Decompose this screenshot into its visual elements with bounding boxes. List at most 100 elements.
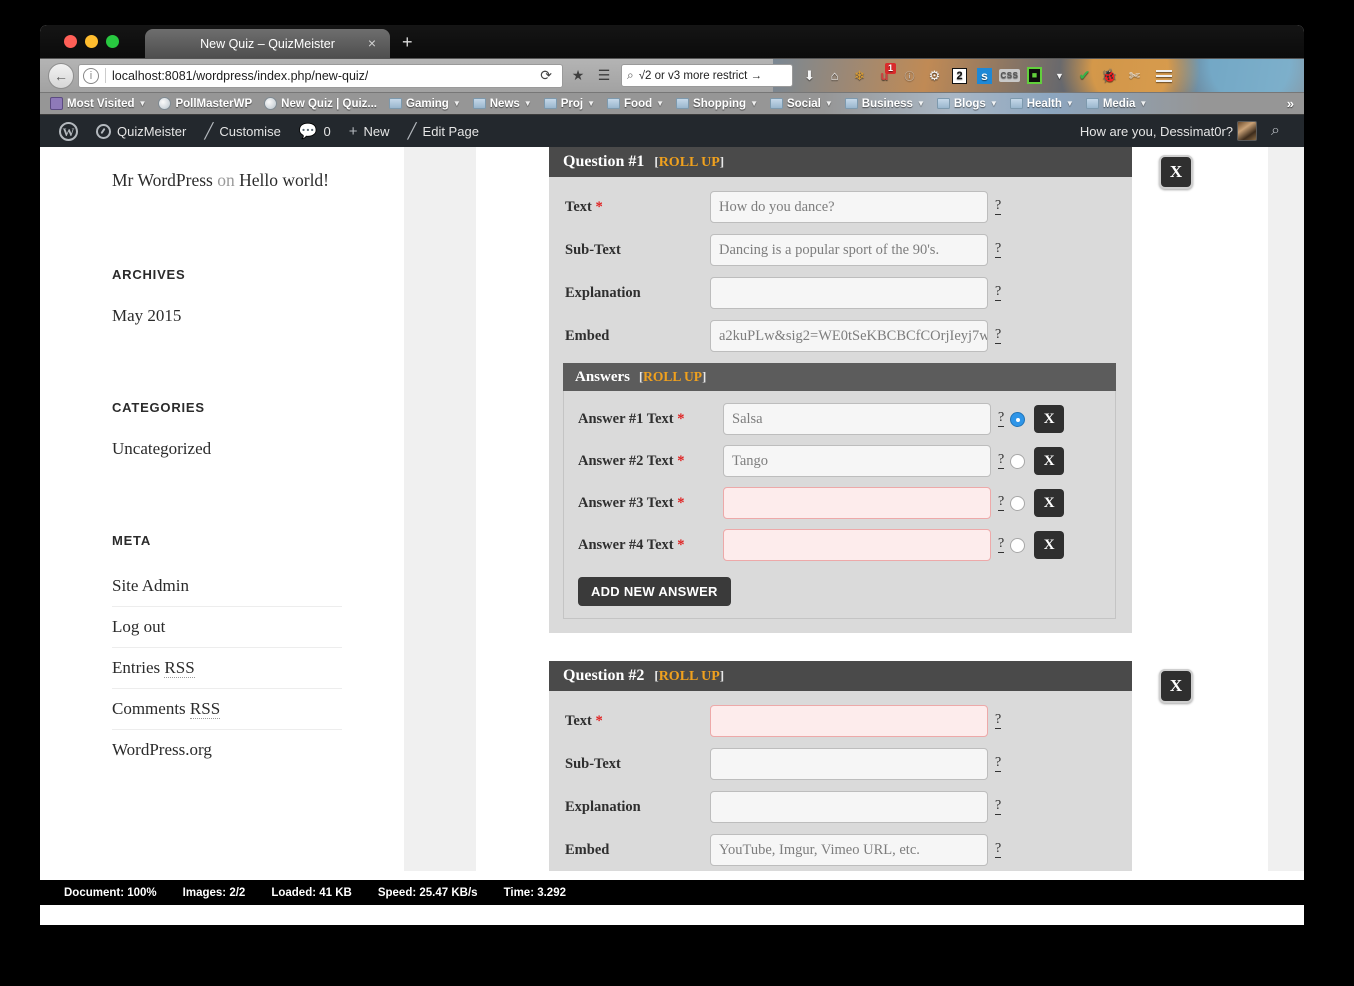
downloads-icon[interactable]: ⬇	[797, 63, 822, 89]
address-bar[interactable]: i localhost:8081/wordpress/index.php/new…	[78, 63, 563, 88]
css-toggle-icon[interactable]: CSS	[997, 63, 1022, 89]
answer-2-remove-button[interactable]: X	[1034, 447, 1065, 475]
account-greeting[interactable]: How are you, Dessimat0r?	[1080, 124, 1233, 139]
question-2-embed-input[interactable]: YouTube, Imgur, Vimeo URL, etc.	[710, 834, 988, 866]
admin-bar-edit-page[interactable]: ╱ Edit Page	[399, 115, 488, 147]
help-icon[interactable]: ?	[995, 713, 1002, 729]
help-icon[interactable]: ?	[998, 411, 1005, 427]
question-1-embed-input[interactable]: a2kuPLw&sig2=WE0tSeKBCBCfCOrjIeyj7w	[710, 320, 988, 352]
browser-menu-icon[interactable]	[1151, 69, 1177, 82]
question-1-text-input[interactable]: How do you dance?	[710, 191, 988, 223]
meta-item-site-admin[interactable]: Site Admin	[112, 564, 342, 606]
chevron-down-icon[interactable]: ▼	[1047, 63, 1072, 89]
admin-bar-wp-logo[interactable]: W	[50, 115, 87, 147]
firebug-icon[interactable]: 🐞	[1097, 63, 1122, 89]
bookmark-folder-proj[interactable]: Proj ▼	[538, 98, 601, 110]
bookmark-folder-food[interactable]: Food ▼	[601, 98, 670, 110]
answer-2-input[interactable]: Tango	[723, 445, 991, 477]
browser-tab-new-quiz[interactable]: New Quiz – QuizMeister ×	[145, 29, 390, 58]
admin-bar-search-icon[interactable]: ⌕	[1261, 122, 1290, 140]
help-icon[interactable]: ?	[995, 242, 1002, 258]
bookmark-folder-shopping[interactable]: Shopping ▼	[670, 98, 764, 110]
answer-3-remove-button[interactable]: X	[1034, 489, 1065, 517]
site-info-icon[interactable]: i	[83, 67, 99, 84]
question-1-explanation-input[interactable]	[710, 277, 988, 309]
bookmark-pollmasterwp[interactable]: PollMasterWP	[152, 97, 258, 110]
screenshot-scissors-icon[interactable]: ✄	[1122, 63, 1147, 89]
stumbleupon-icon[interactable]: ⚙	[922, 63, 947, 89]
answer-1-correct-radio[interactable]	[1010, 411, 1026, 427]
back-button[interactable]: ←	[48, 62, 74, 89]
admin-bar-new[interactable]: + New	[340, 115, 399, 147]
new-tab-button[interactable]: +	[402, 33, 413, 51]
help-icon[interactable]: ?	[998, 495, 1005, 511]
question-2-close-button[interactable]: X	[1159, 669, 1193, 703]
bookmark-folder-gaming[interactable]: Gaming ▼	[383, 98, 467, 110]
answer-2-correct-radio[interactable]	[1010, 453, 1026, 469]
answers-rollup-toggle[interactable]: [ROLL UP]	[639, 369, 706, 385]
meta-item-log-out[interactable]: Log out	[112, 605, 342, 647]
bookmarks-overflow-button[interactable]: »	[1281, 96, 1300, 111]
comment-author[interactable]: Mr WordPress	[112, 170, 213, 190]
meta-item-wordpress-org[interactable]: WordPress.org	[112, 728, 342, 770]
question-1-close-button[interactable]: X	[1159, 155, 1193, 189]
help-icon[interactable]: ?	[995, 199, 1002, 215]
question-1-rollup-toggle[interactable]: [ROLL UP]	[654, 154, 724, 171]
admin-bar-comments[interactable]: 💬 0	[290, 115, 340, 147]
minimize-window-button[interactable]	[85, 35, 98, 48]
colorzilla-icon[interactable]: ■	[1022, 63, 1047, 89]
search-input[interactable]: ⌕ √2 or v3 more restrict →	[621, 64, 793, 87]
question-2-explanation-input[interactable]	[710, 791, 988, 823]
answer-1-input[interactable]: Salsa	[723, 403, 991, 435]
bookmark-folder-business[interactable]: Business ▼	[839, 98, 931, 110]
widget-title-meta: META	[112, 532, 151, 548]
autumn-leaf-icon[interactable]: ❄	[847, 63, 872, 89]
bookmark-folder-news[interactable]: News ▼	[467, 98, 538, 110]
bookmark-folder-media[interactable]: Media ▼	[1080, 98, 1154, 110]
question-1-subtext-input[interactable]: Dancing is a popular sport of the 90's.	[710, 234, 988, 266]
close-window-button[interactable]	[64, 35, 77, 48]
bookmark-folder-health[interactable]: Health ▼	[1004, 98, 1080, 110]
bookmark-star-icon[interactable]: ★	[565, 63, 591, 89]
help-icon[interactable]: ?	[998, 537, 1005, 553]
answer-3-input[interactable]	[723, 487, 991, 519]
shield-icon[interactable]: ✔	[1072, 63, 1097, 89]
zoom-window-button[interactable]	[106, 35, 119, 48]
help-icon[interactable]: ?	[995, 799, 1002, 815]
bookmark-folder-social[interactable]: Social ▼	[764, 98, 839, 110]
question-2-subtext-input[interactable]	[710, 748, 988, 780]
ublock-icon[interactable]: u 1	[872, 62, 897, 89]
question-2-text-input[interactable]	[710, 705, 988, 737]
bookmark-most-visited[interactable]: Most Visited ▼	[44, 97, 152, 110]
answer-4-correct-radio[interactable]	[1010, 537, 1026, 553]
home-icon[interactable]: ⌂	[822, 63, 847, 89]
tab-count-icon[interactable]: 2	[947, 63, 972, 89]
answer-3-correct-radio[interactable]	[1010, 495, 1026, 511]
add-new-answer-button[interactable]: ADD NEW ANSWER	[578, 577, 731, 606]
meta-list: Site Admin Log out Entries RSS Comments …	[112, 564, 342, 770]
lastpass-icon[interactable]: ⓘ	[897, 63, 922, 89]
archives-item-may-2015[interactable]: May 2015	[112, 306, 342, 326]
admin-bar-site-name[interactable]: QuizMeister	[87, 115, 195, 147]
answer-4-input[interactable]	[723, 529, 991, 561]
comment-post-link[interactable]: Hello world!	[239, 170, 329, 190]
meta-item-comments-rss[interactable]: Comments RSS	[112, 687, 342, 729]
help-icon[interactable]: ?	[995, 328, 1002, 344]
reader-list-icon[interactable]: ☰	[591, 63, 617, 89]
evernote-icon[interactable]: s	[972, 63, 997, 89]
answer-1-remove-button[interactable]: X	[1034, 405, 1065, 433]
question-2-rollup-toggle[interactable]: [ROLL UP]	[654, 668, 724, 685]
bookmark-folder-blogs[interactable]: Blogs ▼	[931, 98, 1004, 110]
help-icon[interactable]: ?	[995, 842, 1002, 858]
help-icon[interactable]: ?	[995, 756, 1002, 772]
categories-item-uncategorized[interactable]: Uncategorized	[112, 439, 342, 459]
bookmark-new-quiz[interactable]: New Quiz | Quiz...	[258, 97, 383, 110]
reload-icon[interactable]: ⟳	[534, 67, 558, 84]
answer-4-remove-button[interactable]: X	[1034, 531, 1065, 559]
help-icon[interactable]: ?	[998, 453, 1005, 469]
tab-close-icon[interactable]: ×	[368, 36, 376, 50]
avatar[interactable]	[1237, 121, 1258, 141]
meta-item-entries-rss[interactable]: Entries RSS	[112, 646, 342, 688]
admin-bar-customise[interactable]: ╱ Customise	[195, 115, 289, 147]
help-icon[interactable]: ?	[995, 285, 1002, 301]
